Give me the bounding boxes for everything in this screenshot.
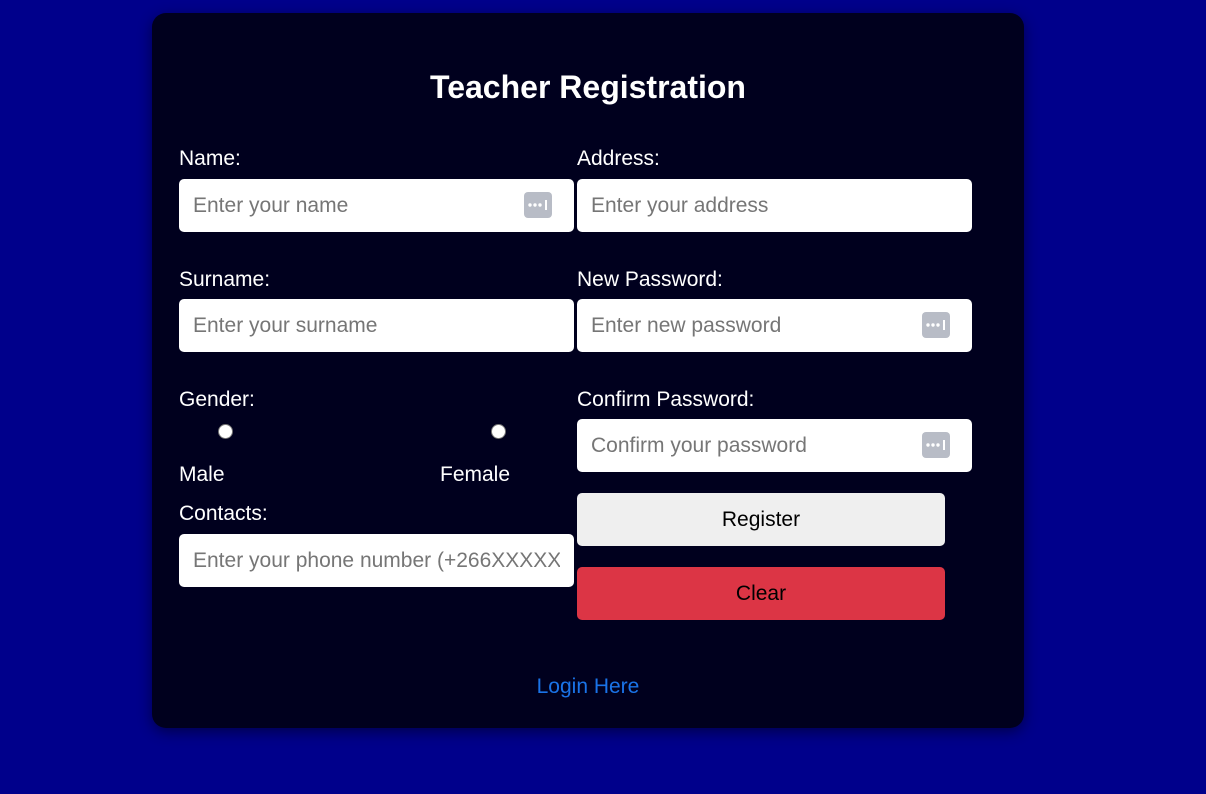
contacts-field-wrapper [179,534,574,587]
surname-input[interactable] [179,299,574,352]
address-field-wrapper [577,179,972,232]
name-input[interactable] [179,179,574,232]
password-key-icon[interactable] [922,312,950,338]
password-key-icon[interactable] [524,192,552,218]
gender-female-radio[interactable] [491,424,506,439]
confirm-password-label: Confirm Password: [577,388,755,411]
surname-label: Surname: [179,268,271,291]
new-password-input[interactable] [577,299,972,352]
register-button[interactable]: Register [577,493,945,546]
new-password-field-wrapper [577,299,972,352]
gender-female-label: Female [440,463,511,486]
confirm-password-input[interactable] [577,419,972,472]
registration-card: Teacher Registration Name: Surname: Gend… [152,13,1024,728]
address-label: Address: [577,147,660,170]
login-link[interactable]: Login Here [152,675,1024,699]
surname-field-wrapper [179,299,574,352]
gender-male-label: Male [179,463,225,486]
new-password-label: New Password: [577,268,723,291]
gender-label: Gender: [179,388,255,411]
contacts-label: Contacts: [179,502,268,525]
address-input[interactable] [577,179,972,232]
password-key-icon[interactable] [922,432,950,458]
name-label: Name: [179,147,241,170]
confirm-password-field-wrapper [577,419,972,472]
contacts-input[interactable] [179,534,574,587]
gender-male-radio[interactable] [218,424,233,439]
page-title: Teacher Registration [430,69,746,105]
name-field-wrapper [179,179,574,232]
clear-button[interactable]: Clear [577,567,945,620]
